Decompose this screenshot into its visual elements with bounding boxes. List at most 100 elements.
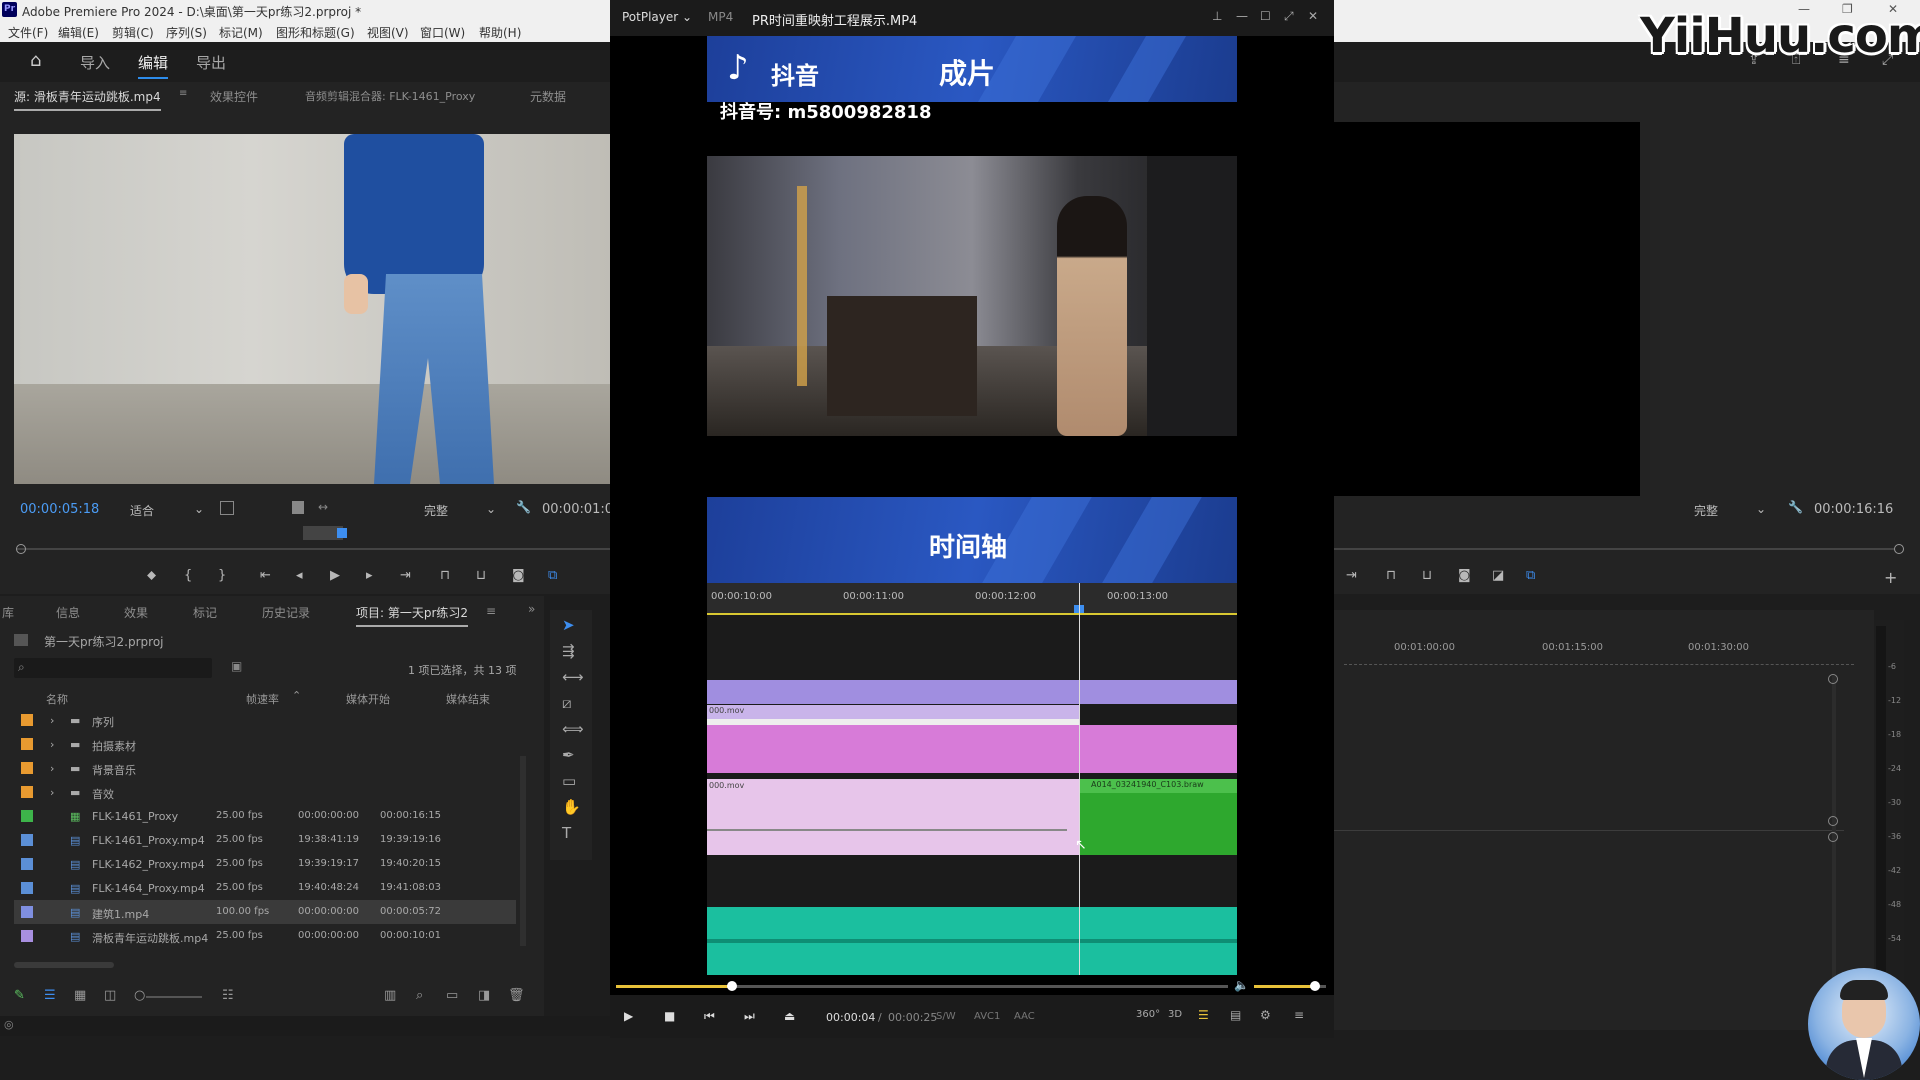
find-icon[interactable]: ⌕ xyxy=(416,988,423,1003)
pencil-icon[interactable]: ✎ xyxy=(14,988,25,1003)
mark-out-icon[interactable]: } xyxy=(218,568,226,583)
potplayer-menu-button[interactable]: PotPlayer ⌄ xyxy=(622,10,692,24)
zoom-slider-handle[interactable]: ○ xyxy=(134,988,145,1003)
scroll-handle-low[interactable] xyxy=(1828,832,1838,842)
folder-expand-icon[interactable]: › xyxy=(50,714,54,727)
project-h-scrollbar[interactable] xyxy=(14,962,114,968)
step-back-icon[interactable]: ◂ xyxy=(296,568,303,583)
button-editor-icon[interactable]: ⧉ xyxy=(548,568,557,583)
tab-info[interactable]: 信息 xyxy=(56,604,80,621)
scrub-start-handle[interactable] xyxy=(16,544,26,554)
menu-window[interactable]: 窗口(W) xyxy=(420,24,465,41)
project-row[interactable]: › ▬ 拍摄素材 xyxy=(14,732,516,756)
quality-dropdown[interactable]: 完整 ⌄ xyxy=(424,502,496,519)
project-search-input[interactable]: ⌕ xyxy=(14,658,212,678)
project-scrollbar[interactable] xyxy=(520,756,526,946)
go-to-out-icon[interactable]: ⇥ xyxy=(400,568,411,583)
program-scrub-bar[interactable] xyxy=(1334,548,1894,550)
project-menu-icon[interactable]: ≡ xyxy=(486,604,496,618)
program-quality-dropdown[interactable]: 完整 ⌄ xyxy=(1694,502,1768,519)
workspace-edit[interactable]: 编辑 xyxy=(138,52,169,79)
project-row[interactable]: › ▬ 背景音乐 xyxy=(14,756,516,780)
tab-source[interactable]: 源: 滑板青年运动跳板.mp4 xyxy=(14,88,161,111)
label-color-swatch[interactable] xyxy=(21,834,33,846)
icon-view-icon[interactable]: ▦ xyxy=(74,988,86,1003)
pen-tool-icon[interactable]: ✒ xyxy=(562,746,575,764)
ripple-edit-tool-icon[interactable]: ⟷ xyxy=(562,668,584,686)
new-item-icon[interactable]: ◨ xyxy=(478,988,490,1003)
type-tool-icon[interactable]: T xyxy=(562,824,571,842)
step-forward-icon[interactable]: ▸ xyxy=(366,568,373,583)
label-color-swatch[interactable] xyxy=(21,930,33,942)
scroll-handle-mid[interactable] xyxy=(1828,816,1838,826)
pot-next-icon[interactable]: ⏭ xyxy=(744,1009,755,1024)
program-camera-icon[interactable]: ◙ xyxy=(1458,568,1471,583)
label-color-swatch[interactable] xyxy=(21,906,33,918)
tab-project[interactable]: 项目: 第一天pr练习2 xyxy=(356,604,469,627)
program-video-frame[interactable] xyxy=(1334,122,1640,496)
razor-tool-icon[interactable]: ⧄ xyxy=(562,694,572,712)
list-view-icon[interactable]: ☰ xyxy=(44,988,56,1003)
sort-icons-icon[interactable]: ☷ xyxy=(222,988,234,1003)
extract-icon[interactable]: ⊔ xyxy=(1422,568,1432,583)
tab-effects[interactable]: 效果 xyxy=(124,604,148,621)
col-fps[interactable]: 帧速率 xyxy=(246,691,279,707)
project-row[interactable]: ▤ FLK-1462_Proxy.mp4 25.00 fps 19:39:19:17 1… xyxy=(14,852,516,876)
col-media-start[interactable]: 媒体开始 xyxy=(346,691,390,707)
zoom-slider-track[interactable] xyxy=(146,996,202,998)
program-scrub-end-handle[interactable] xyxy=(1894,544,1904,554)
playlist-search-icon[interactable]: ☰ xyxy=(1198,1008,1209,1022)
project-row[interactable]: › ▬ 序列 xyxy=(14,708,516,732)
rectangle-tool-icon[interactable]: ▭ xyxy=(562,772,576,790)
program-wrench-icon[interactable]: 🔧 xyxy=(1788,500,1803,514)
pot-tag-codec[interactable]: AVC1 xyxy=(974,1011,1000,1022)
fit-dropdown[interactable]: 适合 ⌄ xyxy=(130,502,208,518)
volume-icon[interactable]: 🔈 xyxy=(1234,978,1249,992)
workspace-export[interactable]: 导出 xyxy=(196,52,226,73)
timeline-ruler[interactable] xyxy=(1344,664,1854,668)
movie-frame[interactable] xyxy=(707,156,1237,436)
chapter-icon[interactable]: ▤ xyxy=(1230,1008,1241,1022)
add-button-icon[interactable]: + xyxy=(1884,568,1897,587)
drag-video-icon[interactable]: ↔ xyxy=(318,500,328,514)
3d-icon[interactable]: 3D xyxy=(1168,1009,1182,1020)
project-row[interactable]: ▤ 建筑1.mp4 100.00 fps 00:00:00:00 00:00:05:72 xyxy=(14,900,516,924)
tab-markers[interactable]: 标记 xyxy=(193,604,217,621)
menu-view[interactable]: 视图(V) xyxy=(367,24,409,41)
pot-tag-sw[interactable]: S/W xyxy=(936,1011,956,1022)
home-icon[interactable]: ⌂ xyxy=(30,50,41,71)
volume-handle[interactable] xyxy=(1310,981,1321,991)
mark-in-icon[interactable]: { xyxy=(184,568,192,583)
tab-metadata[interactable]: 元数据 xyxy=(530,88,566,105)
hand-tool-icon[interactable]: ✋ xyxy=(562,798,581,816)
menu-file[interactable]: 文件(F) xyxy=(8,24,48,41)
add-marker-icon[interactable]: ⬥ xyxy=(147,568,156,583)
pot-eject-icon[interactable]: ⏏ xyxy=(784,1009,795,1023)
label-color-swatch[interactable] xyxy=(21,762,33,774)
new-bin-icon[interactable]: ▭ xyxy=(446,988,458,1003)
go-to-out-icon[interactable]: ⇥ xyxy=(1346,568,1357,583)
360-icon[interactable]: 360° xyxy=(1136,1009,1160,1020)
go-to-in-icon[interactable]: ⇤ xyxy=(260,568,271,583)
label-color-swatch[interactable] xyxy=(21,810,33,822)
selection-tool-icon[interactable]: ➤ xyxy=(562,616,575,634)
pot-play-icon[interactable]: ▶ xyxy=(624,1009,633,1023)
pot-stop-icon[interactable]: ■ xyxy=(664,1009,675,1023)
project-row[interactable]: ▤ FLK-1464_Proxy.mp4 25.00 fps 19:40:48:24 1… xyxy=(14,876,516,900)
source-timecode[interactable]: 00:00:05:18 xyxy=(20,502,99,517)
overwrite-icon[interactable]: ⊔ xyxy=(476,568,486,583)
label-color-swatch[interactable] xyxy=(21,882,33,894)
folder-expand-icon[interactable]: › xyxy=(50,786,54,799)
project-row[interactable]: › ▬ 音效 xyxy=(14,780,516,804)
pot-prev-icon[interactable]: ⏮ xyxy=(704,1009,715,1024)
safe-margin-icon[interactable] xyxy=(220,501,234,515)
label-color-swatch[interactable] xyxy=(21,786,33,798)
menu-edit[interactable]: 编辑(E) xyxy=(58,24,99,41)
insert-icon[interactable]: ⊓ xyxy=(440,568,450,583)
pot-menu-icon[interactable]: ≡ xyxy=(1294,1008,1304,1022)
menu-graphics[interactable]: 图形和标题(G) xyxy=(276,24,355,41)
tab-effect-controls[interactable]: 效果控件 xyxy=(210,88,258,105)
freeform-view-icon[interactable]: ◫ xyxy=(104,988,116,1003)
export-frame-icon[interactable] xyxy=(292,501,304,514)
play-icon[interactable]: ▶ xyxy=(330,568,340,583)
